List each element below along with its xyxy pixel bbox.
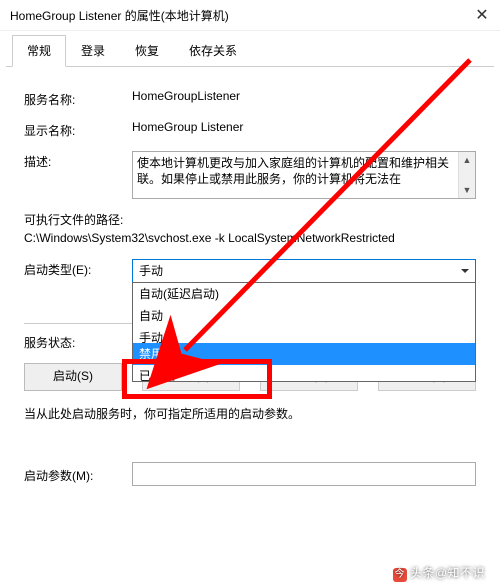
scroll-up-icon[interactable]: ▲ <box>463 152 472 168</box>
tab-logon[interactable]: 登录 <box>66 35 120 66</box>
label-display-name: 显示名称: <box>24 120 132 139</box>
titlebar: HomeGroup Listener 的属性(本地计算机) ✕ <box>0 0 500 31</box>
tab-dependencies[interactable]: 依存关系 <box>174 35 252 66</box>
label-exe-path: 可执行文件的路径: <box>24 211 476 228</box>
value-display-name: HomeGroup Listener <box>132 120 476 134</box>
start-params-input[interactable] <box>132 462 476 486</box>
startup-type-dropdown[interactable]: 自动(延迟启动) 自动 手动 禁用 已停止 <box>132 282 476 382</box>
watermark-text: 头条@知不识 <box>410 566 485 580</box>
option-manual[interactable]: 手动 <box>133 327 475 343</box>
watermark: 今头条@知不识 <box>390 563 488 583</box>
label-startup-type: 启动类型(E): <box>24 259 132 278</box>
tab-recovery[interactable]: 恢复 <box>120 35 174 66</box>
start-button[interactable]: 启动(S) <box>24 363 122 391</box>
tab-content-general: 服务名称: HomeGroupListener 显示名称: HomeGroup … <box>0 67 500 492</box>
close-icon[interactable]: ✕ <box>472 5 492 25</box>
value-service-name: HomeGroupListener <box>132 89 476 103</box>
startup-type-combo[interactable]: 手动 自动(延迟启动) 自动 手动 禁用 已停止 <box>132 259 476 283</box>
tab-general[interactable]: 常规 <box>12 35 66 67</box>
combo-selected-value[interactable]: 手动 <box>132 259 476 283</box>
label-start-params: 启动参数(M): <box>24 465 132 484</box>
description-textbox[interactable]: 使本地计算机更改与加入家庭组的计算机的配置和维护相关联。如果停止或禁用此服务，你… <box>132 151 476 199</box>
option-auto[interactable]: 自动 <box>133 305 475 327</box>
option-disabled[interactable]: 禁用 <box>133 343 475 365</box>
option-auto-delayed[interactable]: 自动(延迟启动) <box>133 283 475 305</box>
label-description: 描述: <box>24 151 132 170</box>
scroll-down-icon[interactable]: ▼ <box>463 182 472 198</box>
window-title: HomeGroup Listener 的属性(本地计算机) <box>10 7 229 24</box>
option-cutoff[interactable]: 已停止 <box>133 365 475 381</box>
scrollbar[interactable]: ▲ ▼ <box>458 152 475 198</box>
label-service-name: 服务名称: <box>24 89 132 108</box>
watermark-logo-icon: 今 <box>393 568 407 582</box>
hint-text: 当从此处启动服务时，你可指定所适用的启动参数。 <box>24 405 476 422</box>
value-exe-path: C:\Windows\System32\svchost.exe -k Local… <box>24 231 476 245</box>
tab-strip: 常规 登录 恢复 依存关系 <box>6 31 494 67</box>
label-service-status: 服务状态: <box>24 332 132 351</box>
description-text: 使本地计算机更改与加入家庭组的计算机的配置和维护相关联。如果停止或禁用此服务，你… <box>137 156 449 186</box>
